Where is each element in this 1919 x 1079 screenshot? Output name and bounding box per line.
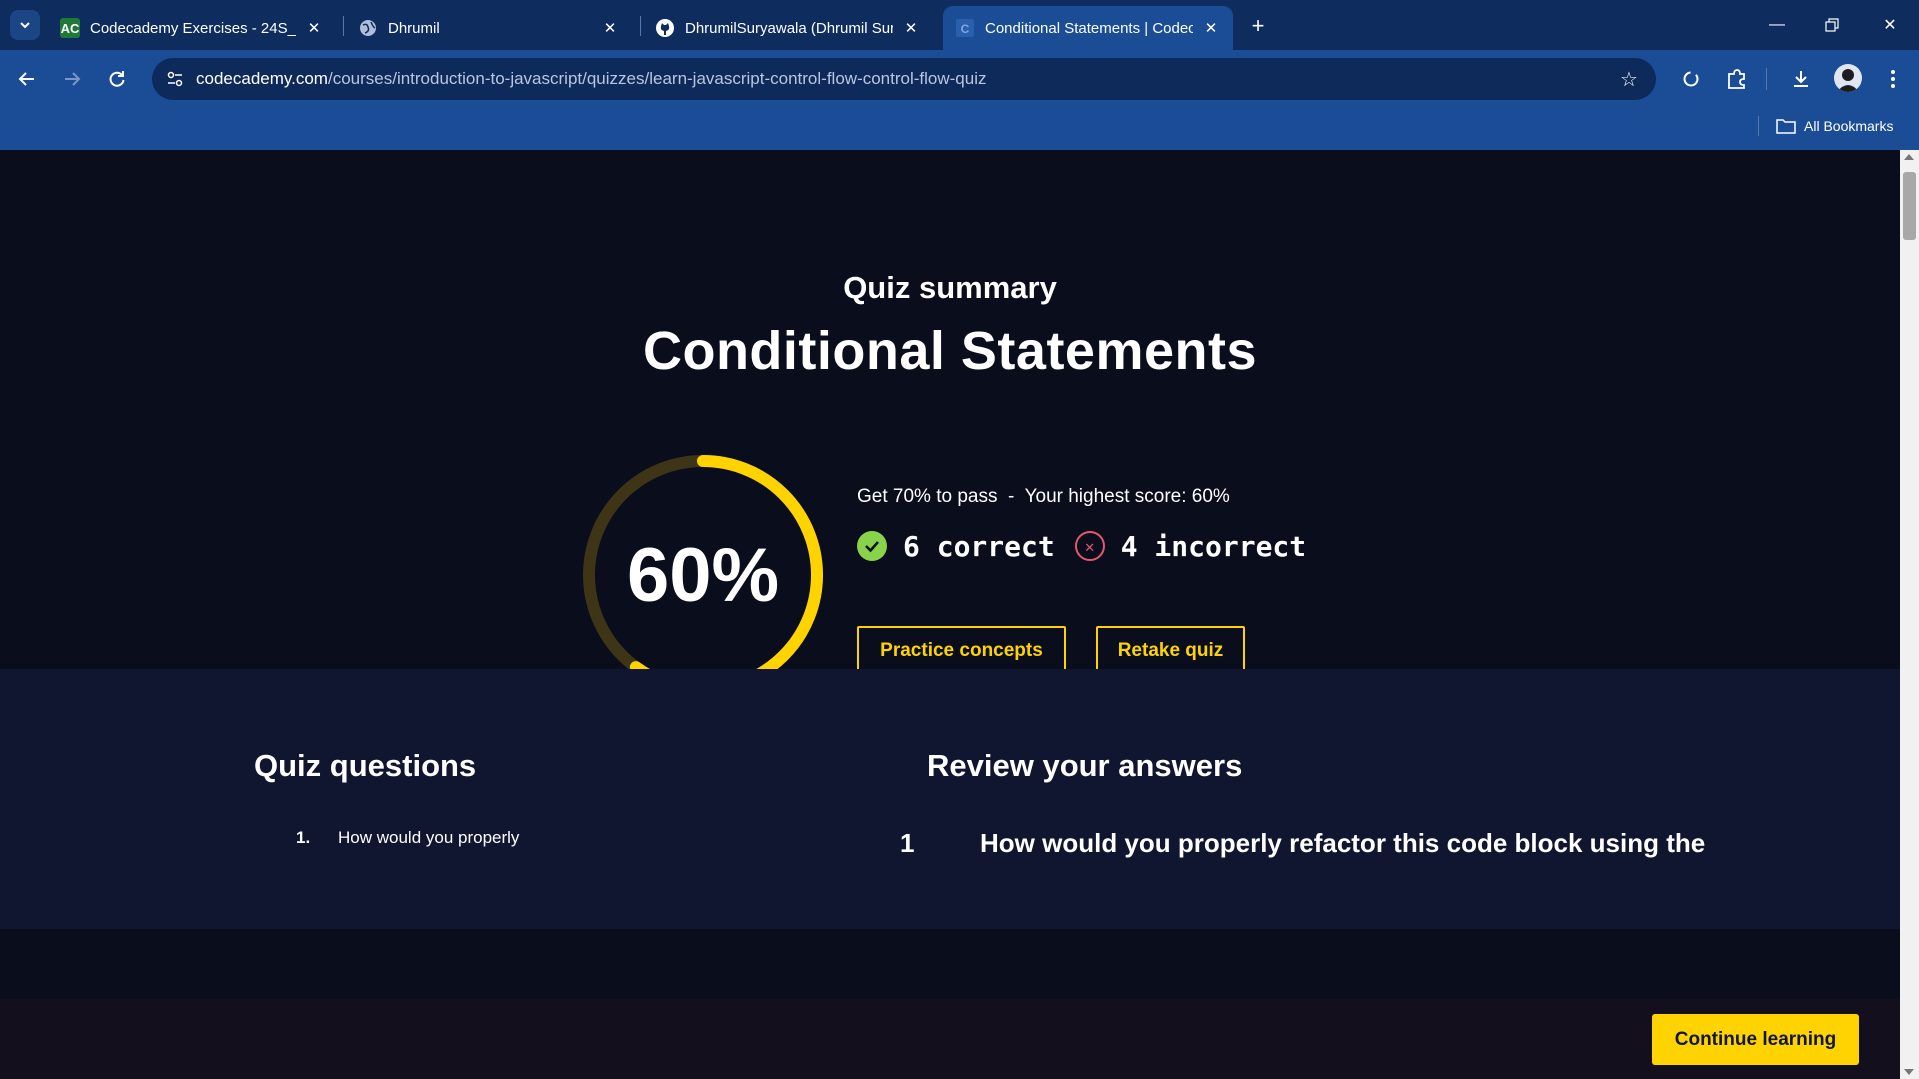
tab-dhrumil[interactable]: Dhrumil ✕ xyxy=(346,6,632,50)
download-icon[interactable] xyxy=(1784,62,1818,96)
avatar[interactable] xyxy=(1834,64,1862,92)
page-title: Conditional Statements xyxy=(642,321,1258,381)
new-tab-icon[interactable]: + xyxy=(1244,12,1272,40)
sync-icon[interactable] xyxy=(1674,62,1708,96)
tab-conditional-statements[interactable]: C Conditional Statements | Codec ✕ xyxy=(943,6,1233,50)
review-number: 1 xyxy=(900,828,915,858)
quiz-questions-heading: Quiz questions xyxy=(254,748,477,783)
results-summary: 6 correct ✕ 4 incorrect xyxy=(857,528,1306,564)
quiz-summary-page: Quiz summary Conditional Statements 60% … xyxy=(0,150,1900,1079)
svg-text:AC: AC xyxy=(61,21,80,36)
forward-arrow-icon[interactable] xyxy=(55,62,89,96)
bookmark-star-icon[interactable]: ☆ xyxy=(1616,66,1642,92)
codecademy-sheet-icon: AC xyxy=(60,18,80,38)
close-icon[interactable]: ✕ xyxy=(1201,18,1221,38)
tab-title: Conditional Statements | Codec xyxy=(985,19,1193,37)
close-icon[interactable]: ✕ xyxy=(901,18,921,38)
site-info-icon[interactable] xyxy=(160,64,190,94)
url-domain: codecademy.com xyxy=(196,69,328,88)
quiz-summary-label: Quiz summary xyxy=(843,270,1057,305)
chevron-down-icon xyxy=(20,22,30,29)
address-bar[interactable]: codecademy.com/courses/introduction-to-j… xyxy=(152,58,1656,100)
x-circle-icon: ✕ xyxy=(1074,531,1105,561)
score-percent: 60% xyxy=(626,532,780,618)
continue-learning-button[interactable]: Continue learning xyxy=(1652,1014,1859,1065)
codecademy-icon: C xyxy=(955,18,975,38)
tab-strip: AC Codecademy Exercises - 24S_M ✕ Dhrumi… xyxy=(0,0,1919,50)
check-circle-icon xyxy=(857,531,887,561)
browser-chrome: AC Codecademy Exercises - 24S_M ✕ Dhrumi… xyxy=(0,0,1919,150)
globe-icon xyxy=(358,18,378,38)
scroll-up-icon[interactable] xyxy=(1904,154,1914,160)
scroll-thumb[interactable] xyxy=(1903,172,1916,240)
question-list-item[interactable]: 1. How would you properly xyxy=(296,828,519,848)
incorrect-count: 4 incorrect xyxy=(1120,529,1307,563)
all-bookmarks-button[interactable]: All Bookmarks xyxy=(1776,113,1893,139)
tab-title: Codecademy Exercises - 24S_M xyxy=(90,19,296,37)
svg-text:C: C xyxy=(961,22,970,36)
tab-separator xyxy=(640,16,641,36)
review-question-text: How would you properly refactor this cod… xyxy=(980,828,1706,858)
bookmarks-separator xyxy=(1758,116,1759,136)
bottom-action-bar xyxy=(0,999,1900,1079)
toolbar-separator xyxy=(1766,68,1767,90)
url-text[interactable]: codecademy.com/courses/introduction-to-j… xyxy=(196,69,987,89)
tab-separator xyxy=(343,16,344,36)
url-path: /courses/introduction-to-javascript/quiz… xyxy=(327,69,987,88)
correct-count: 6 correct xyxy=(903,529,1055,563)
reload-icon[interactable] xyxy=(100,62,134,96)
scroll-down-icon[interactable] xyxy=(1904,1069,1914,1075)
review-list-item: 1 How would you properly refactor this c… xyxy=(900,828,1705,859)
question-number: 1. xyxy=(296,828,311,847)
extensions-icon[interactable] xyxy=(1719,62,1753,96)
folder-icon xyxy=(1776,118,1796,134)
tab-title: DhrumilSuryawala (Dhrumil Sur xyxy=(685,19,893,37)
tab-github[interactable]: DhrumilSuryawala (Dhrumil Sur ✕ xyxy=(643,6,933,50)
minimize-icon[interactable]: — xyxy=(1757,10,1797,40)
close-icon[interactable]: ✕ xyxy=(304,18,324,38)
tab-codecademy-exercises[interactable]: AC Codecademy Exercises - 24S_M ✕ xyxy=(48,6,336,50)
page-scrollbar[interactable] xyxy=(1900,150,1919,1079)
score-ring: 60% xyxy=(578,450,828,700)
restore-icon[interactable] xyxy=(1812,10,1852,40)
tab-search-button[interactable] xyxy=(10,10,40,40)
review-answers-heading: Review your answers xyxy=(927,748,1243,783)
pass-info-text: Get 70% to pass - Your highest score: 60… xyxy=(857,486,1230,507)
tab-title: Dhrumil xyxy=(388,19,440,37)
github-icon xyxy=(655,18,675,38)
question-text: How would you properly xyxy=(338,828,520,847)
more-menu-icon[interactable] xyxy=(1876,62,1910,96)
back-arrow-icon[interactable] xyxy=(10,62,44,96)
questions-section xyxy=(0,669,1900,929)
window-close-icon[interactable]: ✕ xyxy=(1870,10,1910,40)
all-bookmarks-label: All Bookmarks xyxy=(1804,118,1894,134)
close-icon[interactable]: ✕ xyxy=(600,18,620,38)
